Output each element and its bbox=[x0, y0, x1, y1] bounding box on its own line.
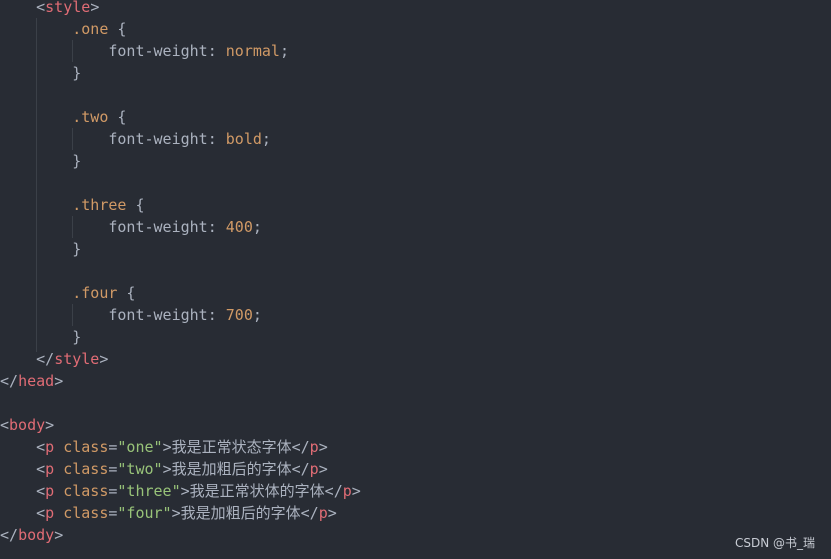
css-selector: .four bbox=[72, 284, 118, 302]
code-editor[interactable]: <style> .one { font-weight: normal; } .t… bbox=[0, 0, 831, 559]
p-close-tag: p bbox=[342, 482, 352, 500]
code-line-paragraph-one: <p class="one">我是正常状态字体</p> bbox=[36, 438, 328, 456]
code-line-selector-four: .four { bbox=[72, 284, 136, 302]
code-line-declaration-three: font-weight: 400; bbox=[108, 218, 262, 236]
css-property: font-weight bbox=[108, 130, 208, 148]
code-line-paragraph-two: <p class="two">我是加粗后的字体</p> bbox=[36, 460, 328, 478]
code-line-selector-three: .three { bbox=[72, 196, 145, 214]
code-line-style-close: </style> bbox=[36, 350, 109, 368]
css-property: font-weight bbox=[108, 306, 208, 324]
code-line-declaration-four: font-weight: 700; bbox=[108, 306, 262, 324]
code-line-declaration-one: font-weight: normal; bbox=[108, 42, 289, 60]
code-line-selector-one: .one { bbox=[72, 20, 127, 38]
html-attribute: class bbox=[63, 504, 109, 522]
css-value: normal bbox=[225, 42, 280, 60]
code-line-paragraph-four: <p class="four">我是加粗后的字体</p> bbox=[36, 504, 337, 522]
p-close-tag: p bbox=[318, 504, 328, 522]
body-open-tag: body bbox=[9, 416, 46, 434]
p-tag: p bbox=[45, 460, 55, 478]
code-line-close-brace: } bbox=[72, 240, 82, 258]
css-selector: .three bbox=[72, 196, 127, 214]
paragraph-text: 我是正常状体的字体 bbox=[189, 482, 325, 500]
code-line-declaration-two: font-weight: bold; bbox=[108, 130, 271, 148]
body-close-tag: body bbox=[18, 526, 55, 544]
attribute-value: "one" bbox=[117, 438, 163, 456]
code-line-selector-two: .two { bbox=[72, 108, 127, 126]
css-property: font-weight bbox=[108, 42, 208, 60]
attribute-value: "two" bbox=[117, 460, 163, 478]
head-close-tag: head bbox=[18, 372, 55, 390]
code-line-style-open: <style> bbox=[36, 0, 100, 16]
attribute-value: "four" bbox=[117, 504, 172, 522]
html-attribute: class bbox=[63, 438, 109, 456]
p-close-tag: p bbox=[309, 460, 319, 478]
css-value: bold bbox=[225, 130, 262, 148]
paragraph-text: 我是加粗后的字体 bbox=[171, 460, 292, 478]
css-property: font-weight bbox=[108, 218, 208, 236]
html-attribute: class bbox=[63, 460, 109, 478]
p-tag: p bbox=[45, 482, 55, 500]
code-line-head-close: </head> bbox=[0, 372, 64, 390]
code-line-body-open: <body> bbox=[0, 416, 55, 434]
code-line-body-close: </body> bbox=[0, 526, 64, 544]
paragraph-text: 我是加粗后的字体 bbox=[180, 504, 301, 522]
css-selector: .two bbox=[72, 108, 109, 126]
code-line-paragraph-three: <p class="three">我是正常状体的字体</p> bbox=[36, 482, 361, 500]
p-close-tag: p bbox=[309, 438, 319, 456]
watermark: CSDN @书_瑞 bbox=[734, 536, 815, 550]
html-attribute: class bbox=[63, 482, 109, 500]
css-value: 400 bbox=[225, 218, 253, 236]
css-selector: .one bbox=[72, 20, 109, 38]
code-line-close-brace: } bbox=[72, 152, 82, 170]
css-value: 700 bbox=[225, 306, 253, 324]
style-close-tag: style bbox=[54, 350, 100, 368]
p-tag: p bbox=[45, 504, 55, 522]
paragraph-text: 我是正常状态字体 bbox=[171, 438, 292, 456]
attribute-value: "three" bbox=[117, 482, 181, 500]
code-line-close-brace: } bbox=[72, 64, 82, 82]
p-tag: p bbox=[45, 438, 55, 456]
style-open-tag: style bbox=[45, 0, 91, 16]
code-line-close-brace: } bbox=[72, 328, 82, 346]
